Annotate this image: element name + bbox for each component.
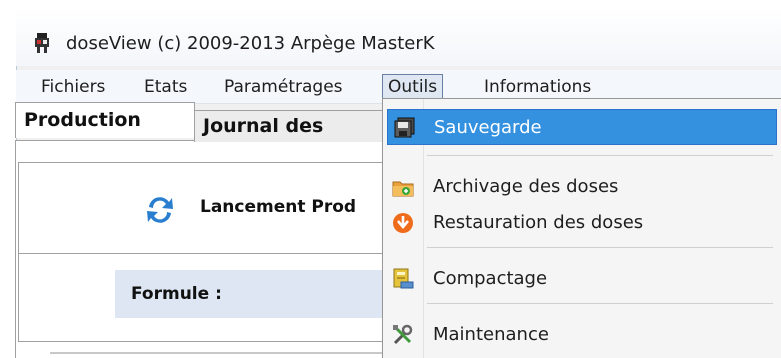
window-title: doseView (c) 2009-2013 Arpège MasterK [66,33,435,54]
menu-parametrages[interactable]: Paramétrages [218,74,349,101]
menu-item-label: Restauration des doses [433,212,644,233]
menu-separator [427,303,773,304]
formule-label: Formule : [131,284,222,304]
menu-item-label: Archivage des doses [433,176,619,197]
compact-icon [393,268,414,289]
title-bar: doseView (c) 2009-2013 Arpège MasterK [16,8,781,66]
menu-separator [427,155,773,156]
group-divider [18,253,418,254]
bottom-divider [50,352,420,354]
tools-icon [393,324,413,345]
menu-item-label: Compactage [433,268,548,289]
tab-production[interactable]: Production [15,102,195,138]
menu-informations[interactable]: Informations [478,74,597,101]
menu-item-archivage[interactable]: Archivage des doses [387,169,777,205]
app-icon [35,33,49,53]
menu-separator [427,247,773,248]
menu-item-label: Sauvegarde [434,117,542,138]
menu-item-restauration[interactable]: Restauration des doses [387,205,777,241]
menu-item-compactage[interactable]: Compactage [387,261,777,297]
archive-icon [392,181,414,197]
menu-fichiers[interactable]: Fichiers [35,74,111,101]
menu-item-maintenance[interactable]: Maintenance [387,317,777,353]
tab-journal[interactable]: Journal des [194,110,394,142]
outils-dropdown-menu: Sauvegarde Archivage des doses Restaurat… [382,98,781,358]
refresh-icon[interactable] [143,193,177,227]
menu-etats[interactable]: Etats [138,74,193,101]
restore-icon [393,213,413,233]
menu-item-label: Maintenance [433,324,549,345]
menu-outils[interactable]: Outils [382,74,444,101]
launch-production-label[interactable]: Lancement Prod [200,197,356,217]
menu-item-sauvegarde[interactable]: Sauvegarde [387,109,777,145]
save-icon [394,117,415,138]
